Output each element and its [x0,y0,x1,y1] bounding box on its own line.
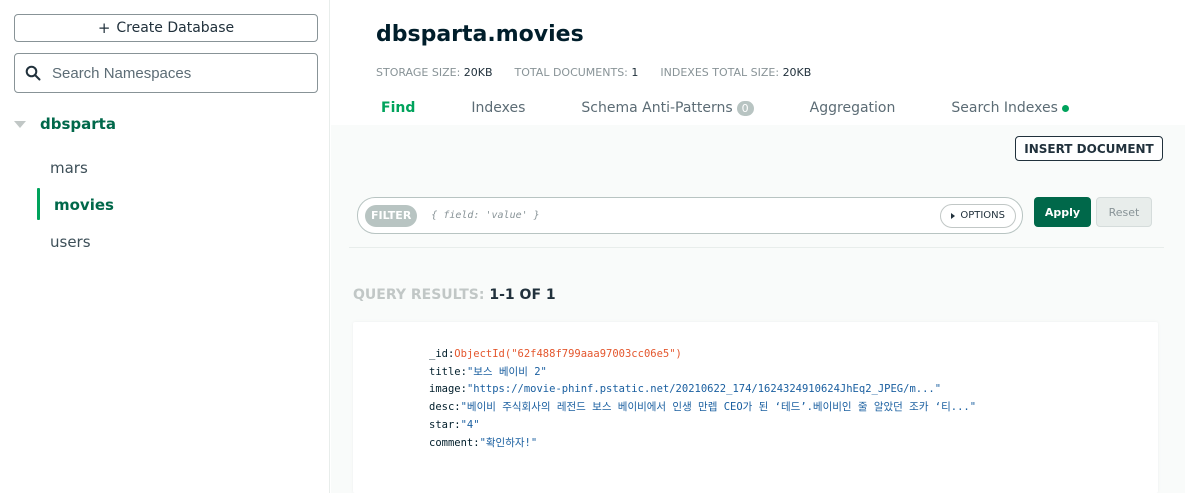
total-documents-value: 1 [631,66,639,79]
total-documents-stat: TOTAL DOCUMENTS: 1 [515,66,639,79]
storage-size-value: 20KB [463,66,493,79]
apply-button[interactable]: Apply [1034,197,1091,227]
search-namespaces-input[interactable] [52,64,302,82]
document-fields: _id:ObjectId("62f488f799aaa97003cc06e5")… [429,346,976,452]
create-database-button[interactable]: + Create Database [14,14,318,42]
search-namespaces-box[interactable] [14,53,318,93]
insert-document-button[interactable]: INSERT DOCUMENT [1015,136,1163,161]
main-panel: dbsparta.movies STORAGE SIZE: 20KB TOTAL… [331,0,1185,493]
storage-size-label: STORAGE SIZE: [376,66,461,79]
tab-find[interactable]: Find [381,100,415,116]
tab-search-indexes[interactable]: Search Indexes [951,100,1069,116]
field-value[interactable]: ObjectId("62f488f799aaa97003cc06e5") [454,348,682,360]
query-results-label: QUERY RESULTS: [353,287,485,303]
field-row-image: image:"https://movie-phinf.pstatic.net/2… [429,381,976,399]
tab-schema-anti-patterns[interactable]: Schema Anti-Patterns 0 [581,100,754,116]
tab-indexes[interactable]: Indexes [471,100,525,116]
collection-item-mars[interactable]: mars [50,159,88,177]
database-item[interactable]: dbsparta [14,115,116,133]
filter-label: FILTER [365,204,418,227]
tab-aggregation[interactable]: Aggregation [810,100,896,116]
tab-schema-label: Schema Anti-Patterns [581,100,733,116]
total-documents-label: TOTAL DOCUMENTS: [514,66,628,79]
field-key: star: [429,418,461,431]
collection-tabs: Find Indexes Schema Anti-Patterns 0 Aggr… [381,100,1125,116]
field-value[interactable]: "베이비 주식회사의 레전드 보스 베이비에서 인생 만렙 CEO가 된 ‘테드… [461,401,976,413]
collection-stats: STORAGE SIZE: 20KB TOTAL DOCUMENTS: 1 IN… [376,66,833,79]
indexes-size-value: 20KB [782,66,812,79]
filter-input[interactable]: { field: 'value' } [431,210,940,221]
field-row-star: star:"4" [429,417,976,435]
database-name: dbsparta [40,115,116,133]
options-label: OPTIONS [960,210,1005,221]
caret-down-icon[interactable] [14,120,26,128]
field-row-id: _id:ObjectId("62f488f799aaa97003cc06e5") [429,346,976,364]
field-row-title: title:"보스 베이비 2" [429,364,976,382]
field-row-desc: desc:"베이비 주식회사의 레전드 보스 베이비에서 인생 만렙 CEO가 … [429,399,976,417]
field-value[interactable]: "확인하자!" [480,437,538,449]
query-results-count: 1-1 OF 1 [489,287,556,303]
field-key: comment: [429,436,480,449]
field-key: image: [429,383,467,396]
schema-count-badge: 0 [736,100,754,116]
sidebar: + Create Database dbsparta mars movies u… [0,0,330,493]
collection-item-users[interactable]: users [50,233,91,251]
caret-right-icon [951,212,956,219]
namespace-title: dbsparta.movies [376,22,584,47]
field-key: _id: [429,348,455,360]
active-collection-indicator [37,188,40,220]
document-card[interactable]: _id:ObjectId("62f488f799aaa97003cc06e5")… [353,322,1158,493]
indexes-size-stat: INDEXES TOTAL SIZE: 20KB [660,66,811,79]
create-database-label: Create Database [116,20,235,36]
field-row-comment: comment:"확인하자!" [429,435,976,453]
storage-size-stat: STORAGE SIZE: 20KB [376,66,493,79]
indexes-size-label: INDEXES TOTAL SIZE: [660,66,780,79]
collection-item-movies[interactable]: movies [54,196,114,214]
field-key: title: [429,365,467,378]
field-value[interactable]: "https://movie-phinf.pstatic.net/2021062… [467,383,941,395]
plus-icon: + [97,19,111,37]
field-value[interactable]: "보스 베이비 2" [467,366,547,378]
filter-bar[interactable]: FILTER { field: 'value' } OPTIONS [357,197,1023,234]
status-dot-icon [1061,104,1069,112]
reset-button[interactable]: Reset [1096,197,1152,227]
tab-search-indexes-label: Search Indexes [951,100,1058,116]
field-value[interactable]: "4" [461,419,480,431]
field-key: desc: [429,401,461,414]
search-icon [25,65,41,81]
options-button[interactable]: OPTIONS [940,203,1016,228]
divider [349,247,1164,248]
query-results-header: QUERY RESULTS: 1-1 OF 1 [353,287,556,303]
compass-window: + Create Database dbsparta mars movies u… [0,0,1185,493]
